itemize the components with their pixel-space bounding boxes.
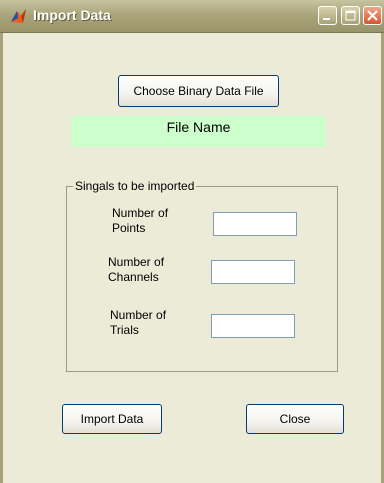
import-data-window: Import Data Choose Binary Data File File… [0, 0, 384, 483]
number-of-trials-label: Number of Trials [110, 308, 190, 338]
close-window-button[interactable] [363, 6, 382, 25]
number-of-trials-input[interactable] [211, 314, 295, 338]
choose-binary-file-button[interactable]: Choose Binary Data File [118, 75, 279, 107]
maximize-icon [345, 10, 356, 21]
window-title: Import Data [33, 7, 111, 23]
number-of-channels-label-line1: Number of [108, 255, 165, 269]
number-of-trials-label-line2: Trials [110, 323, 139, 337]
number-of-channels-label-line2: Channels [108, 270, 159, 284]
number-of-channels-input[interactable] [211, 260, 295, 284]
file-name-display: File Name [71, 116, 326, 147]
title-bar[interactable]: Import Data [0, 0, 384, 33]
matlab-logo-icon [11, 9, 26, 23]
number-of-channels-label: Number of Channels [108, 255, 188, 285]
maximize-button[interactable] [341, 6, 360, 25]
number-of-points-label-line1: Number of [112, 206, 169, 220]
signals-group-box [66, 186, 338, 372]
minimize-icon [323, 18, 330, 20]
number-of-points-label-line2: Points [112, 221, 146, 235]
number-of-points-label: Number of Points [112, 206, 192, 236]
import-data-button[interactable]: Import Data [62, 404, 162, 434]
minimize-button[interactable] [318, 6, 337, 25]
close-button[interactable]: Close [246, 404, 344, 434]
number-of-trials-label-line1: Number of [110, 308, 167, 322]
signals-group-title: Singals to be imported [73, 179, 197, 193]
close-icon [367, 10, 378, 21]
number-of-points-input[interactable] [213, 212, 297, 236]
